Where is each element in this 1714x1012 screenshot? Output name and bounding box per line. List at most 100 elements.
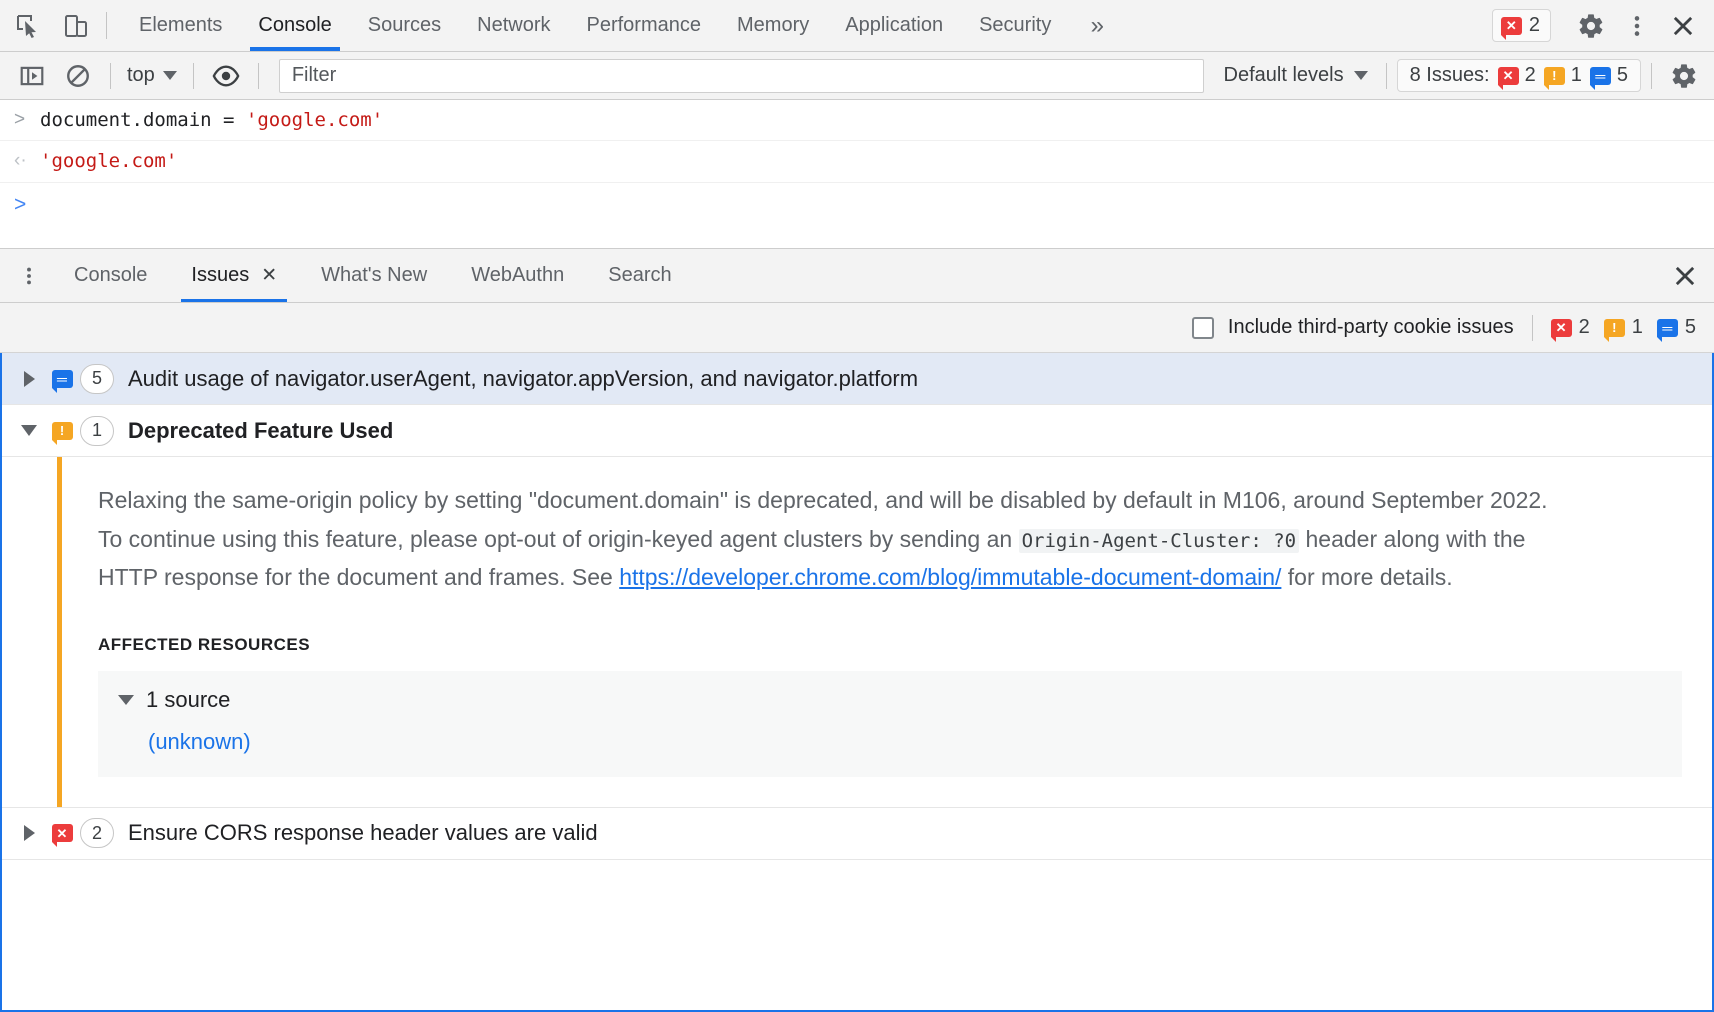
tab-elements[interactable]: Elements: [121, 0, 240, 51]
console-sidebar-icon[interactable]: [10, 58, 54, 94]
console-result-text: 'google.com': [40, 146, 177, 176]
drawer-tab-console-label: Console: [74, 264, 147, 287]
warning-badge-icon-2: !: [1604, 319, 1625, 337]
drawer-tab-issues-label: Issues: [191, 264, 249, 287]
issue-description-code-1: Origin-Agent-Cluster: ?0: [1019, 529, 1300, 553]
console-toolbar-divider-5: [1651, 63, 1652, 89]
expand-triangle-icon-3[interactable]: [14, 825, 44, 841]
console-output[interactable]: > document.domain = 'google.com' ‹· 'goo…: [0, 100, 1714, 248]
tab-application[interactable]: Application: [827, 0, 961, 51]
issues-summary-chip[interactable]: 8 Issues: ✕ 2 ! 1 ═ 5: [1397, 59, 1641, 92]
issue-row-audit-navigator-usage[interactable]: ═ 5 Audit usage of navigator.userAgent, …: [2, 353, 1712, 405]
console-prompt-marker: >: [14, 193, 40, 217]
more-tabs-icon[interactable]: »: [1069, 0, 1125, 51]
drawer-tabbar: Console Issues ✕ What's New WebAuthn Sea…: [0, 249, 1714, 303]
console-result-line: ‹· 'google.com': [0, 141, 1714, 182]
tab-security[interactable]: Security: [961, 0, 1069, 51]
tab-console[interactable]: Console: [240, 0, 349, 51]
close-icon[interactable]: [1660, 0, 1706, 51]
issues-toolbar-error-count: 2: [1579, 316, 1590, 339]
drawer-tab-whats-new[interactable]: What's New: [299, 249, 449, 302]
tab-console-label: Console: [258, 14, 331, 37]
warning-badge-icon: !: [1544, 67, 1565, 85]
issues-toolbar-info-group: ═ 5: [1657, 316, 1696, 339]
tab-application-label: Application: [845, 14, 943, 37]
info-badge-icon: ═: [1590, 67, 1611, 85]
issues-warning-count: 1: [1571, 64, 1582, 87]
close-drawer-icon[interactable]: [1656, 249, 1714, 302]
include-third-party-cookie-issues-label: Include third-party cookie issues: [1228, 316, 1514, 339]
inspect-cursor-icon[interactable]: [4, 0, 52, 51]
filter-input[interactable]: Filter: [279, 59, 1204, 93]
issue-description-part-3: for more details.: [1281, 564, 1452, 590]
issues-toolbar: Include third-party cookie issues ✕ 2 ! …: [0, 303, 1714, 353]
device-toggle-icon[interactable]: [52, 0, 100, 51]
drawer-kebab-menu-icon[interactable]: [6, 249, 52, 302]
chevron-down-icon-sources: [118, 695, 134, 705]
live-expression-icon[interactable]: [204, 58, 248, 94]
source-count-toggle[interactable]: 1 source: [118, 687, 1662, 713]
drawer-tab-console[interactable]: Console: [52, 249, 169, 302]
gear-icon-console[interactable]: [1662, 58, 1706, 94]
include-third-party-cookie-issues-checkbox[interactable]: Include third-party cookie issues: [1192, 316, 1514, 339]
console-input-text: document.domain = 'google.com': [40, 105, 383, 135]
devtools-window: Elements Console Sources Network Perform…: [0, 0, 1714, 1012]
filter-placeholder: Filter: [292, 64, 336, 87]
issue-row-deprecated-feature-used[interactable]: ! 1 Deprecated Feature Used: [2, 405, 1712, 457]
tab-elements-label: Elements: [139, 14, 222, 37]
issue-count-pill-3: 2: [80, 818, 114, 848]
issues-info-group: ═ 5: [1590, 64, 1628, 87]
issues-toolbar-divider: [1532, 315, 1533, 341]
issues-info-count: 5: [1617, 64, 1628, 87]
error-count-chip[interactable]: ✕ 2: [1492, 9, 1551, 42]
issue-title-1: Audit usage of navigator.userAgent, navi…: [128, 366, 918, 392]
affected-resources-header: AFFECTED RESOURCES: [98, 635, 1682, 655]
issue-row-cors-response-header[interactable]: ✕ 2 Ensure CORS response header values a…: [2, 808, 1712, 860]
issues-warning-group: ! 1: [1544, 64, 1582, 87]
kebab-menu-icon[interactable]: [1614, 0, 1660, 51]
console-result-marker: ‹·: [14, 146, 40, 176]
drawer-tab-search[interactable]: Search: [586, 249, 693, 302]
expand-triangle-icon-2[interactable]: [14, 425, 44, 436]
checkbox-icon[interactable]: [1192, 317, 1214, 339]
console-toolbar-divider-1: [110, 63, 111, 89]
drawer-tab-webauthn[interactable]: WebAuthn: [449, 249, 586, 302]
issue-title-3: Ensure CORS response header values are v…: [128, 820, 598, 846]
error-badge-icon: ✕: [1501, 17, 1522, 35]
console-toolbar-divider-2: [193, 63, 194, 89]
tab-network[interactable]: Network: [459, 0, 568, 51]
issue-count-pill-1: 5: [80, 364, 114, 394]
tab-performance[interactable]: Performance: [569, 0, 720, 51]
affected-resources-box: 1 source (unknown): [98, 671, 1682, 777]
console-prompt[interactable]: >: [0, 183, 1714, 227]
source-item-unknown[interactable]: (unknown): [148, 729, 1662, 755]
console-input-line: > document.domain = 'google.com': [0, 100, 1714, 141]
drawer-tab-search-label: Search: [608, 264, 671, 287]
tab-sources[interactable]: Sources: [350, 0, 459, 51]
log-levels-selector[interactable]: Default levels: [1216, 64, 1376, 87]
error-count-label: 2: [1529, 14, 1540, 37]
issue-documentation-link[interactable]: https://developer.chrome.com/blog/immuta…: [619, 564, 1281, 590]
gear-icon[interactable]: [1568, 0, 1614, 51]
issues-toolbar-error-group: ✕ 2: [1551, 316, 1590, 339]
drawer-tab-issues-close-icon[interactable]: ✕: [261, 266, 277, 285]
info-badge-icon-3: ═: [44, 370, 80, 388]
tab-performance-label: Performance: [587, 14, 702, 37]
console-toolbar-divider-3: [258, 63, 259, 89]
clear-console-icon[interactable]: [56, 58, 100, 94]
expand-triangle-icon-1[interactable]: [14, 371, 44, 387]
issues-toolbar-warning-count: 1: [1632, 316, 1643, 339]
error-badge-icon-3: ✕: [1551, 319, 1572, 337]
execution-context-selector[interactable]: top: [121, 64, 183, 87]
error-badge-icon-4: ✕: [44, 824, 80, 842]
console-filter-toolbar: top Filter Default levels 8 Issues: ✕ 2: [0, 52, 1714, 100]
panel-tabs: Elements Console Sources Network Perform…: [121, 0, 1069, 51]
drawer-tab-issues[interactable]: Issues ✕: [169, 249, 299, 302]
toolbar-divider: [106, 12, 107, 39]
issues-error-count: 2: [1525, 64, 1536, 87]
tab-memory-label: Memory: [737, 14, 809, 37]
error-badge-icon-2: ✕: [1498, 67, 1519, 85]
log-levels-label: Default levels: [1224, 64, 1344, 87]
info-badge-icon-2: ═: [1657, 319, 1678, 337]
tab-memory[interactable]: Memory: [719, 0, 827, 51]
